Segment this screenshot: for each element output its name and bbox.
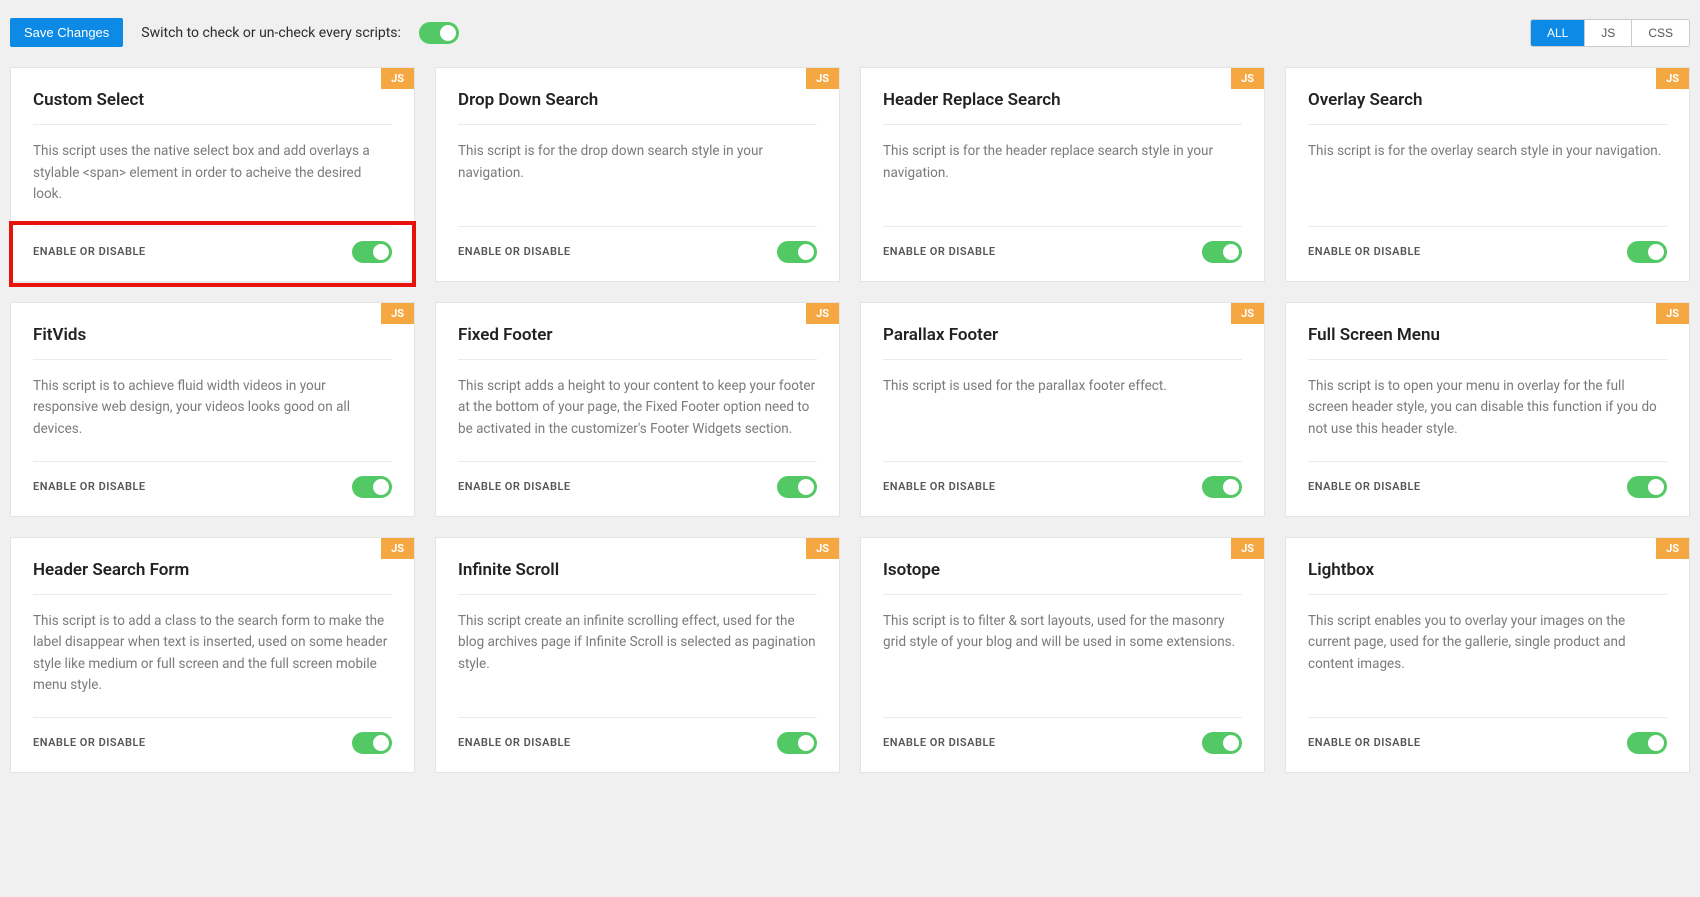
badge-js: JS — [806, 538, 839, 559]
enable-disable-label: ENABLE OR DISABLE — [1308, 245, 1421, 258]
switch-all-toggle[interactable] — [419, 22, 459, 44]
badge-js: JS — [1656, 538, 1689, 559]
enable-toggle[interactable] — [1202, 732, 1242, 754]
enable-disable-label: ENABLE OR DISABLE — [883, 736, 996, 749]
card-title: Header Replace Search — [883, 90, 1242, 125]
card-footer: ENABLE OR DISABLE — [33, 226, 392, 263]
card-title: Full Screen Menu — [1308, 325, 1667, 360]
enable-toggle[interactable] — [777, 476, 817, 498]
script-card: JSInfinite Scroll This script create an i… — [435, 537, 840, 773]
enable-toggle[interactable] — [1202, 476, 1242, 498]
script-card: JSDrop Down Search This script is for the… — [435, 67, 840, 282]
badge-js: JS — [381, 303, 414, 324]
card-title: Header Search Form — [33, 560, 392, 595]
enable-toggle[interactable] — [352, 476, 392, 498]
enable-toggle[interactable] — [352, 241, 392, 263]
enable-toggle[interactable] — [1202, 241, 1242, 263]
card-description: This script adds a height to your conten… — [458, 376, 817, 441]
card-title: FitVids — [33, 325, 392, 360]
card-footer: ENABLE OR DISABLE — [458, 717, 817, 754]
filter-js-button[interactable]: JS — [1584, 20, 1631, 46]
card-title: Overlay Search — [1308, 90, 1667, 125]
enable-disable-label: ENABLE OR DISABLE — [33, 245, 146, 258]
script-card: JSCustom Select This script uses the nati… — [10, 67, 415, 282]
card-title: Infinite Scroll — [458, 560, 817, 595]
card-footer: ENABLE OR DISABLE — [883, 226, 1242, 263]
enable-disable-label: ENABLE OR DISABLE — [458, 245, 571, 258]
switch-all-label: Switch to check or un-check every script… — [141, 25, 401, 41]
card-title: Parallax Footer — [883, 325, 1242, 360]
card-description: This script is for the drop down search … — [458, 141, 817, 206]
badge-js: JS — [381, 68, 414, 89]
enable-toggle[interactable] — [777, 732, 817, 754]
script-card: JSFull Screen Menu This script is to open… — [1285, 302, 1690, 517]
card-footer: ENABLE OR DISABLE — [883, 717, 1242, 754]
enable-toggle[interactable] — [352, 732, 392, 754]
enable-disable-label: ENABLE OR DISABLE — [458, 480, 571, 493]
badge-js: JS — [806, 303, 839, 324]
enable-disable-label: ENABLE OR DISABLE — [1308, 736, 1421, 749]
script-card: JSHeader Search Form This script is to ad… — [10, 537, 415, 773]
card-description: This script enables you to overlay your … — [1308, 611, 1667, 697]
card-title: Custom Select — [33, 90, 392, 125]
topbar-left: Save Changes Switch to check or un-check… — [10, 18, 459, 47]
card-description: This script is to open your menu in over… — [1308, 376, 1667, 441]
card-footer: ENABLE OR DISABLE — [33, 717, 392, 754]
card-description: This script is to filter & sort layouts,… — [883, 611, 1242, 697]
enable-toggle[interactable] — [1627, 732, 1667, 754]
script-card: JSFixed Footer This script adds a height … — [435, 302, 840, 517]
enable-toggle[interactable] — [777, 241, 817, 263]
card-footer: ENABLE OR DISABLE — [1308, 717, 1667, 754]
card-description: This script create an infinite scrolling… — [458, 611, 817, 697]
enable-disable-label: ENABLE OR DISABLE — [33, 480, 146, 493]
script-card: JSFitVids This script is to achieve fluid… — [10, 302, 415, 517]
card-description: This script is to add a class to the sea… — [33, 611, 392, 697]
enable-disable-label: ENABLE OR DISABLE — [458, 736, 571, 749]
card-title: Fixed Footer — [458, 325, 817, 360]
script-card: JSHeader Replace Search This script is fo… — [860, 67, 1265, 282]
enable-disable-label: ENABLE OR DISABLE — [883, 480, 996, 493]
filter-css-button[interactable]: CSS — [1631, 20, 1689, 46]
topbar: Save Changes Switch to check or un-check… — [10, 10, 1690, 67]
badge-js: JS — [1231, 303, 1264, 324]
script-card: JSLightbox This script enables you to ove… — [1285, 537, 1690, 773]
enable-disable-label: ENABLE OR DISABLE — [33, 736, 146, 749]
card-title: Isotope — [883, 560, 1242, 595]
badge-js: JS — [806, 68, 839, 89]
badge-js: JS — [1656, 68, 1689, 89]
badge-js: JS — [1231, 68, 1264, 89]
card-footer: ENABLE OR DISABLE — [458, 461, 817, 498]
card-description: This script is to achieve fluid width vi… — [33, 376, 392, 441]
card-footer: ENABLE OR DISABLE — [458, 226, 817, 263]
card-footer: ENABLE OR DISABLE — [1308, 461, 1667, 498]
filter-all-button[interactable]: ALL — [1531, 20, 1584, 46]
card-title: Lightbox — [1308, 560, 1667, 595]
card-description: This script is used for the parallax foo… — [883, 376, 1242, 441]
badge-js: JS — [1231, 538, 1264, 559]
script-card: JSIsotope This script is to filter & sort… — [860, 537, 1265, 773]
card-description: This script is for the header replace se… — [883, 141, 1242, 206]
script-card: JSParallax Footer This script is used for… — [860, 302, 1265, 517]
enable-disable-label: ENABLE OR DISABLE — [1308, 480, 1421, 493]
card-description: This script is for the overlay search st… — [1308, 141, 1667, 206]
badge-js: JS — [1656, 303, 1689, 324]
filter-group: ALL JS CSS — [1530, 19, 1690, 47]
card-footer: ENABLE OR DISABLE — [33, 461, 392, 498]
enable-toggle[interactable] — [1627, 476, 1667, 498]
script-card: JSOverlay Search This script is for the o… — [1285, 67, 1690, 282]
card-title: Drop Down Search — [458, 90, 817, 125]
enable-toggle[interactable] — [1627, 241, 1667, 263]
enable-disable-label: ENABLE OR DISABLE — [883, 245, 996, 258]
save-button[interactable]: Save Changes — [10, 18, 123, 47]
card-footer: ENABLE OR DISABLE — [1308, 226, 1667, 263]
card-footer: ENABLE OR DISABLE — [883, 461, 1242, 498]
card-description: This script uses the native select box a… — [33, 141, 392, 206]
cards-grid: JSCustom SelectThis script uses the nati… — [10, 67, 1690, 773]
badge-js: JS — [381, 538, 414, 559]
